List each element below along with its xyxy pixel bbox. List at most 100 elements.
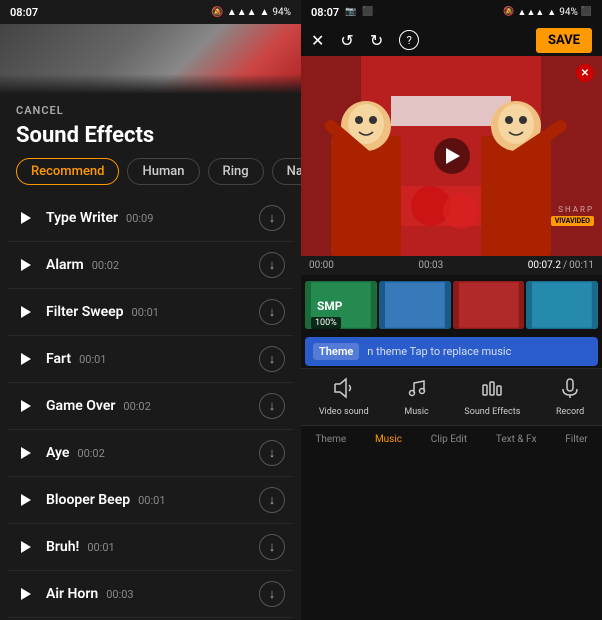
list-item[interactable]: Blooper Beep 00:01 ↓ [8, 477, 293, 524]
play-button[interactable] [16, 255, 36, 275]
left-status-bar: 08:07 🔕 ▲▲▲ ▲ 94% [0, 0, 301, 24]
undo-button[interactable]: ↺ [340, 31, 353, 50]
sound-duration: 00:01 [87, 541, 114, 554]
tab-recommend[interactable]: Recommend [16, 158, 119, 185]
download-icon: ↓ [269, 400, 276, 413]
download-button[interactable]: ↓ [259, 252, 285, 278]
video-sound-icon [333, 377, 355, 404]
download-icon: ↓ [269, 588, 276, 601]
sound-name: Blooper Beep [46, 492, 130, 508]
sound-duration: 00:02 [123, 400, 150, 413]
tab-human[interactable]: Human [127, 158, 199, 185]
timeline-mid: 00:03 [418, 260, 443, 271]
notification-icon: 🔕 [211, 7, 223, 18]
nav-music[interactable]: Music [375, 434, 402, 445]
tool-label-sound-effects: Sound Effects [464, 407, 520, 417]
right-status-bar: 08:07 📷 ⬛ 🔕 ▲▲▲ ▲ 94% ⬛ [301, 0, 602, 24]
download-icon: ↓ [269, 212, 276, 225]
signal-icon: ▲▲▲ [227, 7, 257, 18]
tool-label-record: Record [556, 407, 584, 417]
play-button[interactable] [16, 537, 36, 557]
svg-text:SMP: SMP [317, 299, 343, 313]
sound-name: Fart [46, 351, 71, 367]
theme-hint: n theme Tap to replace music [367, 345, 511, 358]
play-button[interactable] [16, 302, 36, 322]
left-status-icons: 🔕 ▲▲▲ ▲ 94% [211, 7, 291, 18]
nav-text-fx[interactable]: Text & Fx [496, 434, 537, 445]
right-time: 08:07 [311, 6, 339, 19]
battery-icon: ⬛ [581, 7, 592, 17]
list-item[interactable]: Type Writer 00:09 ↓ [8, 195, 293, 242]
help-button[interactable]: ? [399, 30, 419, 50]
list-item[interactable]: Game Over 00:02 ↓ [8, 383, 293, 430]
tool-label-video-sound: Video sound [319, 407, 369, 417]
play-button[interactable] [16, 490, 36, 510]
signal-icon2: ▲▲▲ [518, 7, 545, 18]
left-time: 08:07 [10, 6, 38, 19]
tool-music[interactable]: Music [404, 377, 428, 417]
bottom-tools: Video sound Music Sound Effects [301, 368, 602, 425]
list-item[interactable]: Filter Sweep 00:01 ↓ [8, 289, 293, 336]
video-play-button[interactable] [434, 138, 470, 174]
clip-thumbnail-3 [453, 281, 525, 329]
nav-theme[interactable]: Theme [315, 434, 346, 445]
play-button[interactable] [16, 349, 36, 369]
tab-nature[interactable]: Nature [272, 158, 301, 185]
download-button[interactable]: ↓ [259, 581, 285, 607]
theme-track[interactable]: Theme n theme Tap to replace music [305, 337, 598, 366]
sound-name: Aye [46, 445, 69, 461]
play-button[interactable] [16, 396, 36, 416]
theme-label: Theme [313, 343, 359, 360]
nav-label-theme: Theme [315, 434, 346, 445]
play-button[interactable] [16, 208, 36, 228]
download-icon: ↓ [269, 447, 276, 460]
sound-name: Game Over [46, 398, 115, 414]
download-icon: ↓ [269, 353, 276, 366]
list-item[interactable]: Aye 00:02 ↓ [8, 430, 293, 477]
wifi-icon: ▲ [260, 7, 270, 18]
redo-button[interactable]: ↻ [370, 31, 383, 50]
video-timeline[interactable]: SMP 100% [301, 275, 602, 335]
remove-badge[interactable]: ✕ [576, 64, 594, 82]
download-button[interactable]: ↓ [259, 346, 285, 372]
clip-thumbnail-4 [526, 281, 598, 329]
play-button[interactable] [16, 443, 36, 463]
list-item[interactable]: Alarm 00:02 ↓ [8, 242, 293, 289]
sound-name: Alarm [46, 257, 84, 273]
nav-filter[interactable]: Filter [565, 434, 587, 445]
sound-name: Filter Sweep [46, 304, 124, 320]
clip-thumbnail-2 [379, 281, 451, 329]
list-item[interactable]: Bruh! 00:01 ↓ [8, 524, 293, 571]
timeline-bar: 00:00 00:03 00:07.2 / 00:11 [301, 256, 602, 275]
panel-title: Sound Effects [0, 121, 301, 158]
download-button[interactable]: ↓ [259, 205, 285, 231]
download-button[interactable]: ↓ [259, 393, 285, 419]
timeline-total-time: 00:11 [569, 260, 594, 271]
music-icon [406, 377, 428, 404]
clip-duration-badge: 100% [311, 317, 341, 329]
download-button[interactable]: ↓ [259, 440, 285, 466]
sound-name: Air Horn [46, 586, 98, 602]
video-preview: SHARP VIVAVIDEO ✕ [301, 56, 602, 256]
list-item[interactable]: Fart 00:01 ↓ [8, 336, 293, 383]
save-button[interactable]: SAVE [536, 28, 592, 53]
download-button[interactable]: ↓ [259, 534, 285, 560]
download-button[interactable]: ↓ [259, 299, 285, 325]
tool-sound-effects[interactable]: Sound Effects [464, 377, 520, 417]
tool-record[interactable]: Record [556, 377, 584, 417]
nav-label-music: Music [375, 434, 402, 445]
nav-clip-edit[interactable]: Clip Edit [431, 434, 467, 445]
download-button[interactable]: ↓ [259, 487, 285, 513]
sound-name: Type Writer [46, 210, 118, 226]
app-icon: ⬛ [362, 7, 373, 17]
close-button[interactable]: ✕ [311, 31, 324, 50]
tab-ring[interactable]: Ring [208, 158, 264, 185]
tool-video-sound[interactable]: Video sound [319, 377, 369, 417]
download-icon: ↓ [269, 306, 276, 319]
play-button[interactable] [16, 584, 36, 604]
download-icon: ↓ [269, 541, 276, 554]
cancel-button[interactable]: CANCEL [0, 94, 301, 121]
list-item[interactable]: Air Horn 00:03 ↓ [8, 571, 293, 618]
sound-name: Bruh! [46, 539, 79, 555]
nav-label-filter: Filter [565, 434, 587, 445]
